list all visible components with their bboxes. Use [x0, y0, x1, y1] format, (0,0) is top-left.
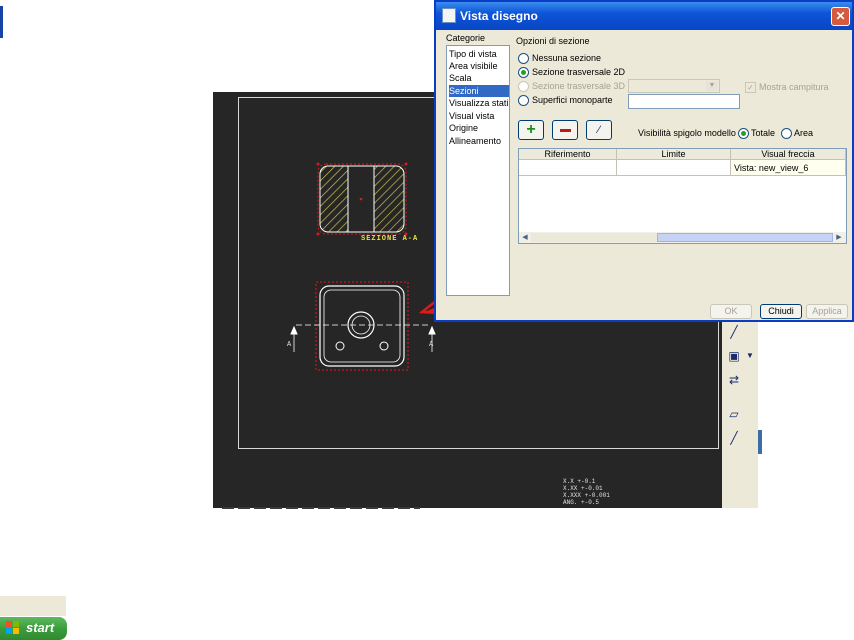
taskbar-strip — [0, 596, 66, 616]
col-header-limit[interactable]: Limite — [617, 149, 731, 160]
radio-area-label: Area — [794, 128, 814, 138]
close-button[interactable]: Chiudi — [760, 304, 802, 319]
category-item-selected[interactable]: Sezioni — [449, 85, 509, 97]
add-section-button[interactable]: + — [518, 120, 544, 140]
category-list[interactable]: Tipo di vista Area visibile Scala Sezion… — [446, 45, 510, 296]
col-header-reference[interactable]: Riferimento — [519, 149, 617, 160]
radio-2d[interactable] — [518, 67, 529, 78]
radio-monopart-label: Superfici monoparte — [532, 95, 613, 105]
monopart-input[interactable] — [628, 94, 740, 109]
radio-total[interactable] — [738, 128, 749, 139]
radio-area[interactable] — [781, 128, 792, 139]
apply-button[interactable]: Applica — [806, 304, 848, 319]
table-cell[interactable] — [617, 160, 731, 176]
chevron-down-icon: ▼ — [706, 81, 718, 91]
category-item[interactable]: Visual vista — [449, 110, 509, 122]
section-options-label: Opzioni di sezione — [516, 36, 590, 46]
section-table[interactable]: Riferimento Limite Visual freccia Vista:… — [518, 148, 847, 244]
radio-none-label: Nessuna sezione — [532, 53, 602, 63]
view-dialog: Vista disegno ✕ Categorie Tipo di vista … — [434, 0, 854, 322]
col-header-arrow[interactable]: Visual freccia — [731, 149, 846, 160]
category-item[interactable]: Area visibile — [449, 60, 509, 72]
radio-2d-label: Sezione trasversale 2D — [532, 67, 626, 77]
xsection-3d-select[interactable]: ▼ — [628, 79, 720, 93]
scroll-left-icon[interactable]: ◀ — [520, 233, 530, 242]
close-icon[interactable]: ✕ — [831, 7, 850, 26]
category-item[interactable]: Scala — [449, 72, 509, 84]
visibility-label: Visibilità spigolo modello — [638, 128, 736, 138]
dialog-titlebar[interactable]: Vista disegno ✕ — [436, 2, 852, 30]
dialog-title: Vista disegno — [460, 9, 538, 23]
start-label: start — [26, 620, 55, 635]
category-item[interactable]: Origine — [449, 122, 509, 134]
radio-3d-label: Sezione trasversale 3D — [532, 81, 626, 91]
start-button[interactable]: start — [0, 617, 67, 640]
category-item[interactable]: Tipo di vista — [449, 48, 509, 60]
radio-3d[interactable] — [518, 81, 529, 92]
scroll-track[interactable] — [531, 233, 657, 242]
table-cell-arrow-view[interactable]: Vista: new_view_6 — [731, 160, 846, 176]
scroll-thumb[interactable] — [657, 233, 833, 242]
ok-button[interactable]: OK — [710, 304, 752, 319]
radio-none[interactable] — [518, 53, 529, 64]
scroll-right-icon[interactable]: ▶ — [834, 233, 844, 242]
remove-section-button[interactable] — [552, 120, 578, 140]
category-item[interactable]: Allineamento — [449, 135, 509, 147]
categories-label: Categorie — [446, 33, 486, 43]
hatch-checkbox[interactable]: ✓ — [745, 82, 756, 93]
radio-total-label: Totale — [751, 128, 776, 138]
hatch-checkbox-label: Mostra campitura — [759, 82, 829, 92]
minus-icon — [560, 129, 571, 132]
table-cell[interactable] — [519, 160, 617, 176]
windows-logo-icon — [6, 621, 20, 635]
category-item[interactable]: Visualizza stati — [449, 97, 509, 109]
radio-monopart[interactable] — [518, 95, 529, 106]
flip-section-button[interactable]: ⁄ — [586, 120, 612, 140]
window-icon — [442, 8, 456, 23]
table-hscrollbar[interactable]: ◀ ▶ — [519, 232, 846, 243]
